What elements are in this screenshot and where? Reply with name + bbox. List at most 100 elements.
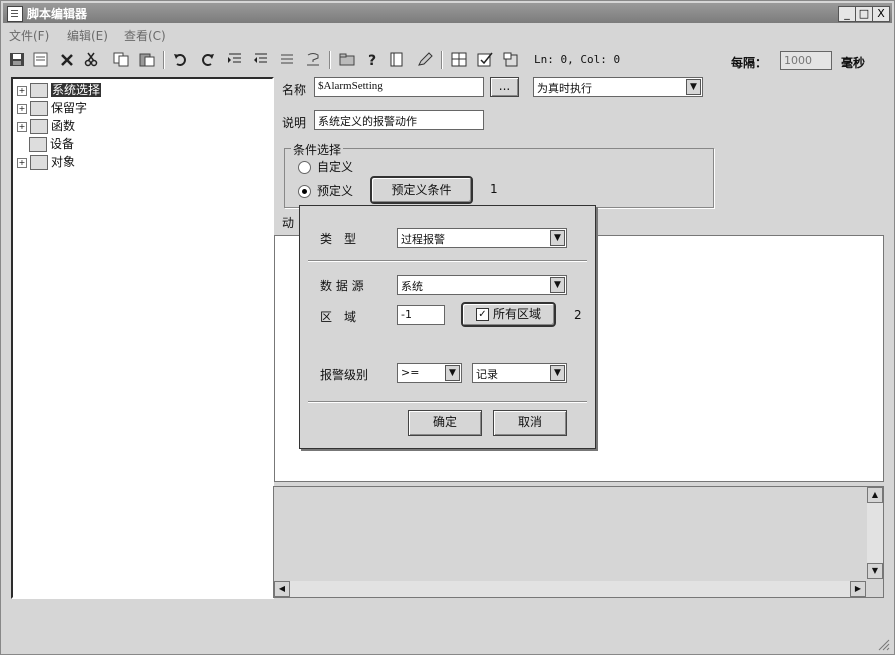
- save-icon[interactable]: [9, 52, 25, 67]
- alarm-level-value: 记录: [476, 368, 498, 381]
- divider: [308, 260, 587, 262]
- toolbar-separator: [163, 51, 165, 69]
- area-input[interactable]: -1: [397, 305, 445, 325]
- interval-input[interactable]: 1000: [780, 51, 832, 70]
- callout-1: 1: [490, 182, 498, 196]
- toolbar-separator: [441, 51, 443, 69]
- all-areas-checkbox[interactable]: ✓ 所有区域: [461, 302, 556, 327]
- comment-icon[interactable]: [279, 52, 295, 67]
- close-button[interactable]: X: [872, 6, 890, 22]
- chevron-down-icon[interactable]: ▼: [445, 365, 460, 381]
- tree-item-label: 系统选择: [51, 83, 102, 97]
- expand-toggle[interactable]: +: [17, 157, 27, 168]
- paste-icon[interactable]: [139, 52, 155, 67]
- ok-button[interactable]: 确定: [408, 410, 482, 436]
- radio-button[interactable]: [298, 161, 311, 174]
- all-areas-label: 所有区域: [492, 307, 541, 321]
- new-file-icon[interactable]: [33, 52, 49, 67]
- tree-item-label: 保留字: [51, 101, 88, 115]
- divider: [308, 401, 587, 403]
- minimize-button[interactable]: _: [838, 6, 856, 22]
- radio-predefined-label: 预定义: [317, 184, 354, 198]
- tree-item-objects[interactable]: + 对象: [17, 153, 76, 170]
- resize-grip-icon[interactable]: [876, 637, 890, 651]
- expand-toggle[interactable]: +: [17, 121, 27, 132]
- vertical-scrollbar[interactable]: ▲ ▼: [867, 487, 883, 579]
- tree-item-label: 对象: [51, 155, 76, 169]
- horizontal-scrollbar[interactable]: ◀ ▶: [274, 581, 866, 597]
- scroll-left-icon[interactable]: ◀: [274, 581, 290, 597]
- chevron-down-icon[interactable]: ▼: [550, 277, 565, 293]
- uncomment-icon[interactable]: [305, 52, 321, 67]
- device-icon: [29, 137, 47, 152]
- edit-pen-icon[interactable]: [417, 52, 433, 67]
- alarm-level-operator: >=: [401, 366, 420, 379]
- radio-predefined[interactable]: 预定义: [298, 182, 353, 199]
- checkbox-checked-icon[interactable]: ✓: [475, 308, 489, 321]
- tree-item-devices[interactable]: 设备: [29, 135, 75, 152]
- undo-icon[interactable]: [173, 52, 189, 67]
- predefined-condition-button[interactable]: 预定义条件: [370, 176, 473, 204]
- alarm-level-select[interactable]: 记录 ▼: [472, 363, 567, 383]
- callout-2: 2: [574, 308, 582, 322]
- alarm-level-label: 报警级别: [320, 368, 369, 382]
- script-editor-window: 脚本编辑器 _ □ X 文件(F) 编辑(E) 查看(C) ? Ln: 0, C…: [0, 0, 895, 655]
- browse-button[interactable]: ...: [490, 77, 519, 97]
- tree-item-reserved-words[interactable]: + 保留字: [17, 99, 88, 116]
- scroll-down-icon[interactable]: ▼: [867, 563, 883, 579]
- copy-icon[interactable]: [113, 52, 129, 67]
- object-tree[interactable]: + 系统选择 + 保留字 + 函数 设备 + 对象: [11, 77, 274, 599]
- data-source-select[interactable]: 系统 ▼: [397, 275, 567, 295]
- condition-group: 条件选择: [284, 141, 714, 208]
- cursor-position: Ln: 0, Col: 0: [534, 53, 621, 66]
- redo-icon[interactable]: [199, 52, 215, 67]
- indent-icon[interactable]: [227, 52, 243, 67]
- toolbar: ? Ln: 0, Col: 0 每隔： 1000 毫秒: [3, 47, 892, 73]
- scroll-up-icon[interactable]: ▲: [867, 487, 883, 503]
- description-input[interactable]: 系统定义的报警动作: [314, 110, 484, 130]
- help-icon[interactable]: ?: [365, 52, 381, 69]
- type-value: 过程报警: [401, 233, 445, 246]
- svg-text:?: ?: [368, 53, 376, 67]
- grid-icon[interactable]: [451, 52, 467, 67]
- area-label: 区 域: [320, 310, 357, 324]
- menu-file[interactable]: 文件(F): [9, 27, 49, 44]
- menu-edit[interactable]: 编辑(E): [67, 27, 108, 44]
- name-label: 名称: [282, 83, 307, 97]
- menu-view[interactable]: 查看(C): [124, 27, 166, 44]
- cut-icon[interactable]: [83, 52, 99, 67]
- output-panel[interactable]: ▲ ▼ ◀ ▶: [273, 486, 884, 598]
- function-icon: [30, 119, 48, 134]
- type-select[interactable]: 过程报警 ▼: [397, 228, 567, 248]
- name-input[interactable]: $AlarmSetting: [314, 77, 484, 97]
- description-label: 说明: [282, 116, 307, 130]
- checklist-icon[interactable]: [477, 52, 493, 67]
- chevron-down-icon[interactable]: ▼: [550, 365, 565, 381]
- chevron-down-icon[interactable]: ▼: [686, 79, 701, 95]
- expand-toggle[interactable]: +: [17, 85, 27, 96]
- expand-toggle[interactable]: +: [17, 103, 27, 114]
- radio-custom-label: 自定义: [317, 160, 354, 174]
- maximize-button[interactable]: □: [855, 6, 873, 22]
- title-bar[interactable]: 脚本编辑器 _ □ X: [3, 3, 892, 23]
- alarm-level-operator-select[interactable]: >= ▼: [397, 363, 462, 383]
- outdent-icon[interactable]: [253, 52, 269, 67]
- delete-icon[interactable]: [59, 52, 75, 67]
- tree-item-system-select[interactable]: + 系统选择: [17, 81, 102, 98]
- interval-label: 每隔：: [731, 56, 768, 70]
- condition-group-label: 条件选择: [291, 141, 344, 158]
- tree-item-functions[interactable]: + 函数: [17, 117, 75, 134]
- radio-button[interactable]: [298, 185, 311, 198]
- radio-custom[interactable]: 自定义: [298, 158, 353, 175]
- tree-item-label: 设备: [50, 137, 75, 151]
- action-label: 动: [282, 216, 295, 230]
- document-icon: [7, 6, 23, 22]
- exec-mode-value: 为真时执行: [537, 82, 592, 95]
- exec-mode-select[interactable]: 为真时执行 ▼: [533, 77, 703, 97]
- open-folder-icon[interactable]: [339, 52, 355, 67]
- book-icon[interactable]: [389, 52, 405, 67]
- properties-icon[interactable]: [503, 52, 519, 67]
- scroll-right-icon[interactable]: ▶: [850, 581, 866, 597]
- cancel-button[interactable]: 取消: [493, 410, 567, 436]
- chevron-down-icon[interactable]: ▼: [550, 230, 565, 246]
